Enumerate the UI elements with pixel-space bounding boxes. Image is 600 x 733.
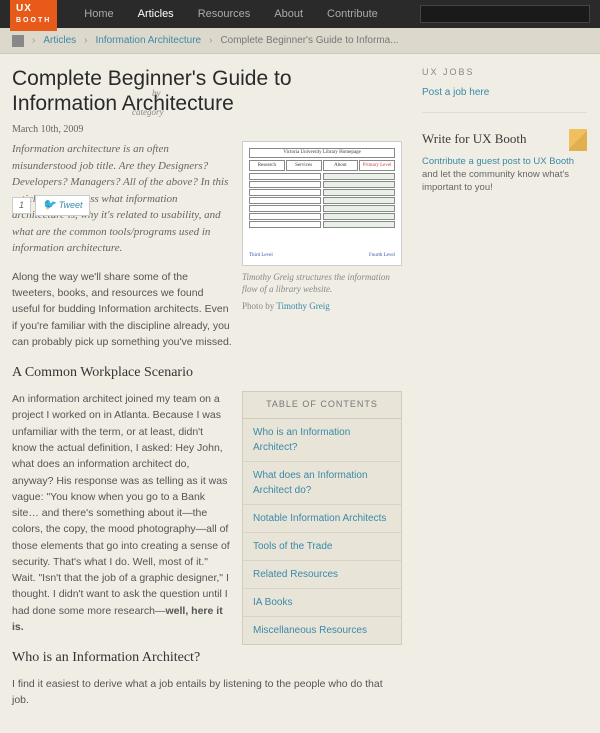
home-icon[interactable] — [12, 35, 24, 47]
sidebar-jobs: UX JOBS Post a job here — [422, 66, 587, 113]
nav-resources[interactable]: Resources — [186, 6, 263, 23]
twitter-icon: 🐦 — [42, 197, 56, 214]
pencil-icon — [569, 129, 587, 151]
section-heading-scenario: A Common Workplace Scenario — [12, 362, 402, 383]
page-title: Complete Beginner's Guide to Information… — [12, 66, 402, 116]
toc-item[interactable]: Who is an Information Architect? — [243, 419, 401, 462]
write-text: Contribute a guest post to UX Booth and … — [422, 155, 587, 195]
chevron-right-icon: › — [32, 33, 35, 48]
nav-home[interactable]: Home — [72, 6, 125, 23]
nav-contribute[interactable]: Contribute — [315, 6, 390, 23]
photo-author-link[interactable]: Timothy Greig — [276, 301, 329, 311]
article-date: March 10th, 2009 — [12, 122, 402, 137]
contribute-link[interactable]: Contribute a guest post to UX Booth — [422, 156, 574, 167]
nav-articles[interactable]: Articles — [126, 6, 186, 23]
nav-about[interactable]: About — [262, 6, 315, 23]
search-input[interactable] — [420, 5, 590, 23]
chevron-right-icon: › — [209, 33, 212, 48]
tweet-button[interactable]: 🐦Tweet — [35, 195, 90, 216]
article-paragraph: I find it easiest to derive what a job e… — [12, 676, 402, 709]
article-intro: Information architecture is an often mis… — [12, 141, 402, 257]
jobs-heading: UX JOBS — [422, 66, 587, 80]
toc-item[interactable]: Tools of the Trade — [243, 533, 401, 561]
post-job-link[interactable]: Post a job here — [422, 87, 489, 98]
photo-credit: Photo by Timothy Greig — [242, 300, 402, 314]
main-content: Complete Beginner's Guide to Information… — [12, 66, 402, 721]
write-heading: Write for UX Booth — [422, 129, 587, 149]
sidebar-write: Write for UX Booth Contribute a guest po… — [422, 129, 587, 206]
figure-caption: Timothy Greig structures the information… — [242, 272, 402, 295]
toc-item[interactable]: IA Books — [243, 589, 401, 617]
article-meta: by category March 10th, 2009 — [12, 122, 402, 137]
bc-ia[interactable]: Information Architecture — [95, 33, 201, 48]
breadcrumb: › Articles › Information Architecture › … — [0, 28, 600, 54]
by-label: by — [152, 87, 161, 101]
toc-item[interactable]: Miscellaneous Resources — [243, 617, 401, 644]
logo[interactable]: UXBOOTH — [10, 0, 57, 31]
toc-item[interactable]: What does an Information Architect do? — [243, 462, 401, 505]
bc-current: Complete Beginner's Guide to Informa... — [220, 33, 398, 48]
toc-heading: TABLE OF CONTENTS — [243, 392, 401, 419]
category-label: category — [132, 106, 164, 120]
section-heading-who: Who is an Information Architect? — [12, 647, 402, 668]
top-nav: UXBOOTH Home Articles Resources About Co… — [0, 0, 600, 28]
chevron-right-icon: › — [84, 33, 87, 48]
share-count[interactable]: 1 — [12, 197, 31, 215]
toc-item[interactable]: Related Resources — [243, 561, 401, 589]
sidebar: UX JOBS Post a job here Write for UX Boo… — [422, 66, 587, 721]
toc-item[interactable]: Notable Information Architects — [243, 505, 401, 533]
bc-articles[interactable]: Articles — [43, 33, 76, 48]
table-of-contents: TABLE OF CONTENTS Who is an Information … — [242, 391, 402, 645]
